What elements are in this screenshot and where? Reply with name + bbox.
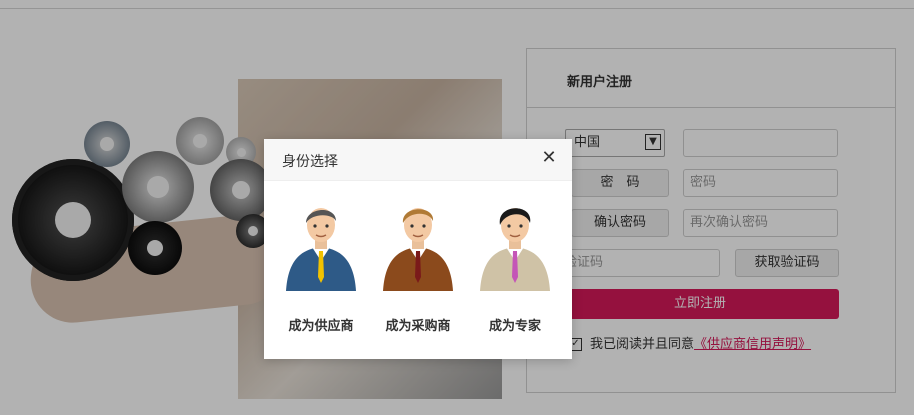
role-label: 成为采购商 [385,319,451,334]
role-label: 成为专家 [488,319,541,334]
role-buyer[interactable]: 成为采购商 [378,201,458,334]
role-supplier[interactable]: 成为供应商 [281,201,361,334]
role-select-dialog: 身份选择 ✕ 成为供应商 成为采购商 成为专家 [264,139,572,359]
dialog-title: 身份选择 [282,154,338,170]
expert-avatar-icon [480,208,550,291]
close-icon[interactable]: ✕ [540,149,558,167]
supplier-avatar-icon [286,208,356,291]
buyer-avatar-icon [383,208,453,291]
dialog-header: 身份选择 ✕ [264,139,572,181]
role-label: 成为供应商 [288,319,354,334]
role-expert[interactable]: 成为专家 [475,201,555,334]
